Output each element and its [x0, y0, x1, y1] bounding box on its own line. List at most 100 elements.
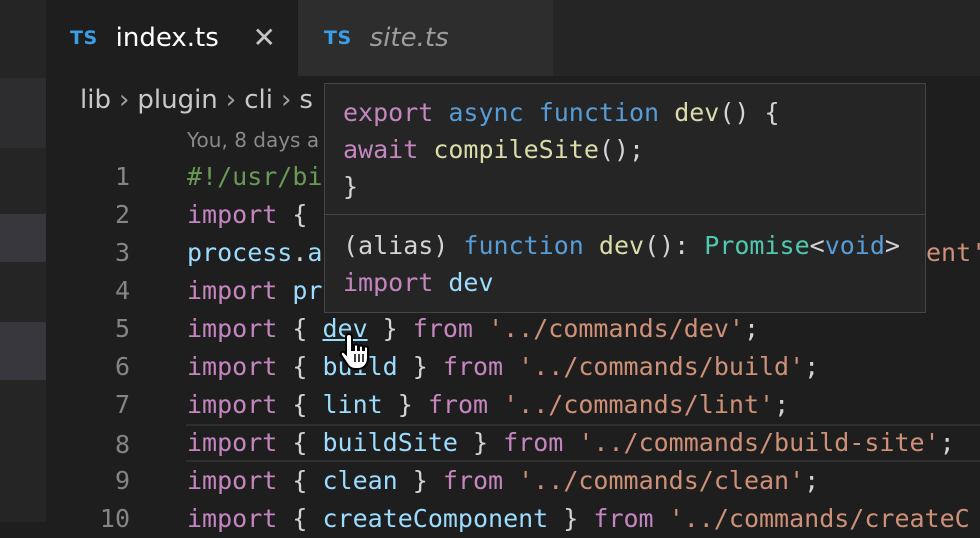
code-token: function [538, 98, 660, 127]
code-text: import { dev } from '../commands/dev'; [187, 310, 759, 348]
hover-line: (alias) function dev(): Promise<void> [343, 228, 900, 264]
line-number: 10 [99, 504, 130, 533]
code-token: lint [322, 390, 383, 419]
code-token: } [397, 352, 443, 381]
code-token: (): [644, 231, 705, 260]
code-token: from [442, 466, 504, 495]
code-text: import pr [187, 272, 322, 310]
code-text: import { build } from '../commands/build… [187, 348, 819, 386]
breadcrumb-item[interactable]: s [299, 85, 313, 115]
code-line[interactable]: 10 import { createComponent } from '../co… [0, 500, 980, 538]
code-text-overflow: ent' [926, 234, 980, 272]
breadcrumb-item[interactable]: cli [244, 85, 273, 115]
hover-line: import dev [343, 265, 494, 301]
breadcrumb-item[interactable]: plugin [137, 85, 217, 115]
code-token: () { [719, 98, 780, 127]
chevron-right-icon: › [225, 85, 237, 115]
code-token: '../commands/createC [668, 504, 970, 533]
tab-label: index.ts [115, 23, 219, 53]
code-line[interactable]: 8 import { buildSite } from '../commands/… [115, 424, 980, 462]
code-token: from [442, 352, 504, 381]
code-token: async [448, 98, 524, 127]
code-token: '../commands/clean' [518, 466, 805, 495]
code-token: clean [322, 466, 398, 495]
code-token: from [593, 504, 654, 533]
code-token: function [463, 231, 584, 260]
code-token: ent' [926, 238, 980, 267]
typescript-icon: TS [324, 27, 352, 49]
hover-tooltip: export async function dev() { await comp… [324, 83, 926, 313]
line-number: 7 [114, 390, 130, 419]
code-token: > [884, 231, 900, 260]
code-token: pr [292, 276, 323, 305]
code-token: a [307, 238, 323, 267]
code-text: process.a [187, 234, 322, 272]
line-number: 2 [114, 200, 130, 229]
code-token: compileSite [433, 135, 599, 164]
hover-divider [325, 214, 925, 215]
line-number: 4 [114, 276, 130, 305]
code-line[interactable]: 6 import { build } from '../commands/buil… [0, 348, 980, 386]
line-number: 1 [114, 162, 130, 191]
code-token: '../commands/build' [518, 352, 805, 381]
code-token: { [277, 466, 323, 495]
line-number: 3 [114, 238, 130, 267]
code-token: import [187, 200, 278, 229]
close-icon[interactable]: ✕ [253, 20, 276, 56]
code-token: dev [674, 98, 720, 127]
code-line[interactable]: 7 import { lint } from '../commands/lint'… [0, 386, 980, 424]
tab-site-ts[interactable]: TS site.ts [298, 0, 553, 76]
code-token: import [187, 390, 278, 419]
code-token: ; [804, 352, 820, 381]
code-token: import [187, 314, 278, 343]
code-token: { [277, 200, 308, 229]
code-token: dev [448, 268, 494, 297]
code-line[interactable]: 5 import { dev } from '../commands/dev'; [0, 310, 980, 348]
code-token: . [292, 238, 308, 267]
code-token: dev [598, 231, 645, 260]
hover-line: } [343, 169, 358, 205]
code-token: } [457, 428, 504, 457]
hand-pointer-cursor-icon [339, 332, 369, 370]
code-token: '../commands/dev' [488, 314, 744, 343]
code-token: ; [939, 428, 955, 457]
code-token: from [503, 428, 564, 457]
code-token: import [187, 428, 278, 457]
code-token: process [187, 238, 293, 267]
git-blame-annotation: You, 8 days a [187, 128, 320, 152]
hover-line: await compileSite(); [343, 132, 644, 168]
line-number: 5 [114, 314, 130, 343]
code-token: import [187, 466, 278, 495]
line-number: 8 [114, 430, 130, 459]
hover-line: export async function dev() { [343, 95, 780, 131]
code-line[interactable]: 9 import { clean } from '../commands/clea… [0, 462, 980, 500]
code-text: import { buildSite } from '../commands/b… [187, 424, 955, 462]
code-token: } [367, 314, 413, 343]
code-token: import [187, 352, 278, 381]
code-token: } [343, 172, 359, 201]
breadcrumb-item[interactable]: lib [80, 85, 111, 115]
line-number: 6 [114, 352, 130, 381]
code-text: import { [187, 196, 307, 234]
code-token: ; [774, 390, 790, 419]
code-token: '../commands/build-site' [578, 428, 940, 457]
code-token: export [343, 98, 434, 127]
tab-index-ts[interactable]: TS index.ts ✕ [46, 0, 298, 76]
code-token: import [187, 276, 278, 305]
sidebar-item[interactable] [0, 78, 46, 148]
line-number: 9 [114, 466, 130, 495]
typescript-icon: TS [70, 27, 98, 49]
breadcrumb: lib › plugin › cli › s [80, 80, 313, 120]
code-text: #!/usr/bi [187, 158, 322, 196]
code-token: from [412, 314, 473, 343]
code-text: import { lint } from '../commands/lint'; [187, 386, 789, 424]
